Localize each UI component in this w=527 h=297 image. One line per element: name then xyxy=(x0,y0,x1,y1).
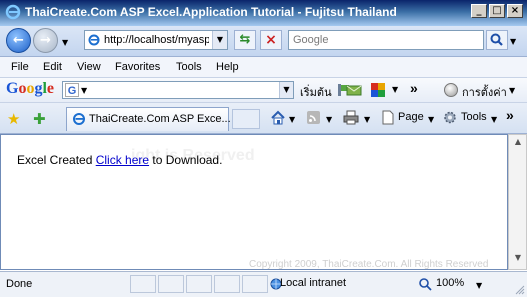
favorites-star-icon[interactable]: ★ xyxy=(7,110,20,128)
feeds-dropdown-icon[interactable]: ▼ xyxy=(326,115,332,124)
title-bar: ThaiCreate.Com ASP Excel.Application Tut… xyxy=(0,0,527,26)
download-message: Excel Created Click here to Download. xyxy=(17,153,222,167)
address-dropdown-icon[interactable]: ▼ xyxy=(212,31,227,49)
status-segment xyxy=(130,275,156,293)
copyright-watermark: Copyright 2009, ThaiCreate.Com. All Righ… xyxy=(249,259,489,270)
window-title: ThaiCreate.Com ASP Excel.Application Tut… xyxy=(25,5,397,19)
window-controls: _ □ × xyxy=(471,4,523,18)
menu-bar: File Edit View Favorites Tools Help xyxy=(0,57,527,78)
stop-button[interactable]: × xyxy=(260,30,282,50)
zoom-level[interactable]: 100% xyxy=(436,277,464,289)
search-dropdown-icon[interactable]: ▼ xyxy=(510,37,516,46)
engine-dropdown-icon[interactable]: ▼ xyxy=(81,86,87,95)
refresh-button[interactable]: ⇆ xyxy=(234,30,256,50)
command-more-chevron-icon[interactable]: » xyxy=(506,107,514,123)
google-search-dropdown-icon[interactable]: ▼ xyxy=(279,82,293,98)
close-button[interactable]: × xyxy=(507,4,523,18)
google-toolbar: Google G ▼ ▼ เริ่มต้น ▼ » การตั้งค่า ▼ xyxy=(0,78,527,103)
menu-help[interactable]: Help xyxy=(216,61,239,73)
scroll-up-icon[interactable]: ▲ xyxy=(512,137,524,151)
address-text[interactable]: http://localhost/myasp xyxy=(104,34,209,46)
new-tab-button[interactable] xyxy=(232,109,260,129)
status-segment xyxy=(242,275,268,293)
command-bar: ★ ✚ ThaiCreate.Com ASP Exce... ▼ ▼ ▼ Pag… xyxy=(0,103,527,134)
page-dropdown-icon[interactable]: ▼ xyxy=(428,115,434,124)
scroll-down-icon[interactable]: ▼ xyxy=(512,253,524,267)
home-dropdown-icon[interactable]: ▼ xyxy=(289,115,295,124)
menu-file[interactable]: File xyxy=(11,61,29,73)
more-chevron-icon[interactable]: » xyxy=(410,80,418,96)
google-search-input[interactable]: G ▼ ▼ xyxy=(62,81,294,99)
minimize-button[interactable]: _ xyxy=(471,4,487,18)
page-content: ight is Reserved Excel Created Click her… xyxy=(0,134,508,270)
print-dropdown-icon[interactable]: ▼ xyxy=(364,115,370,124)
ie-tab-icon xyxy=(73,113,85,125)
menu-edit[interactable]: Edit xyxy=(43,61,62,73)
status-bar: Done Local intranet 100% ▼ xyxy=(0,271,527,297)
ie-page-icon xyxy=(88,34,100,46)
search-box[interactable]: Google xyxy=(288,30,484,50)
history-dropdown-icon[interactable]: ▼ xyxy=(62,38,68,47)
home-icon[interactable] xyxy=(270,110,286,125)
google-settings-button[interactable]: การตั้งค่า xyxy=(462,83,507,101)
tools-gear-icon[interactable] xyxy=(442,110,458,125)
print-icon[interactable] xyxy=(343,110,359,125)
google-start-button[interactable]: เริ่มต้น xyxy=(300,83,332,101)
feeds-icon[interactable] xyxy=(306,110,322,125)
browser-tab[interactable]: ThaiCreate.Com ASP Exce... xyxy=(66,107,231,131)
forward-arrow-icon: → xyxy=(40,33,51,48)
google-logo[interactable]: Google xyxy=(6,80,54,98)
page-menu[interactable]: Page xyxy=(398,111,424,123)
menu-tools[interactable]: Tools xyxy=(176,61,202,73)
google-g-icon[interactable]: G xyxy=(65,83,79,97)
settings-circle-icon[interactable] xyxy=(444,83,458,97)
address-bar[interactable]: http://localhost/myasp ▼ xyxy=(84,30,228,50)
email-icon[interactable] xyxy=(346,82,362,98)
page-icon[interactable] xyxy=(380,110,396,125)
message-prefix: Excel Created xyxy=(17,153,96,167)
add-favorites-icon[interactable]: ✚ xyxy=(33,110,46,128)
ie-logo-icon xyxy=(5,4,21,20)
tab-title[interactable]: ThaiCreate.Com ASP Exce... xyxy=(89,113,231,125)
forward-button[interactable]: → xyxy=(33,28,58,53)
status-text: Done xyxy=(6,278,33,290)
status-segment xyxy=(186,275,212,293)
resize-grip-icon[interactable] xyxy=(515,285,525,295)
tools-dropdown-icon[interactable]: ▼ xyxy=(491,115,497,124)
download-link[interactable]: Click here xyxy=(96,153,149,167)
back-button[interactable]: ← xyxy=(6,28,31,53)
vertical-scrollbar[interactable]: ▲ ▼ xyxy=(508,134,527,270)
settings-dropdown-icon[interactable]: ▼ xyxy=(509,86,515,95)
google-apps-icon[interactable] xyxy=(370,82,386,98)
message-suffix: to Download. xyxy=(149,153,223,167)
menu-favorites[interactable]: Favorites xyxy=(115,61,160,73)
maximize-button[interactable]: □ xyxy=(489,4,505,18)
zoom-icon[interactable] xyxy=(418,277,432,291)
security-zone[interactable]: Local intranet xyxy=(280,277,346,289)
search-button[interactable] xyxy=(486,30,508,50)
menu-view[interactable]: View xyxy=(77,61,101,73)
navigation-bar: ← → ▼ http://localhost/myasp ▼ ⇆ × Googl… xyxy=(0,26,527,57)
back-arrow-icon: ← xyxy=(13,33,24,48)
search-placeholder[interactable]: Google xyxy=(293,34,328,46)
tools-menu[interactable]: Tools xyxy=(461,111,487,123)
status-segment xyxy=(158,275,184,293)
zoom-dropdown-icon[interactable]: ▼ xyxy=(476,281,482,290)
magnifier-icon xyxy=(490,33,503,46)
apps-dropdown-icon[interactable]: ▼ xyxy=(392,85,398,94)
status-segment xyxy=(214,275,240,293)
